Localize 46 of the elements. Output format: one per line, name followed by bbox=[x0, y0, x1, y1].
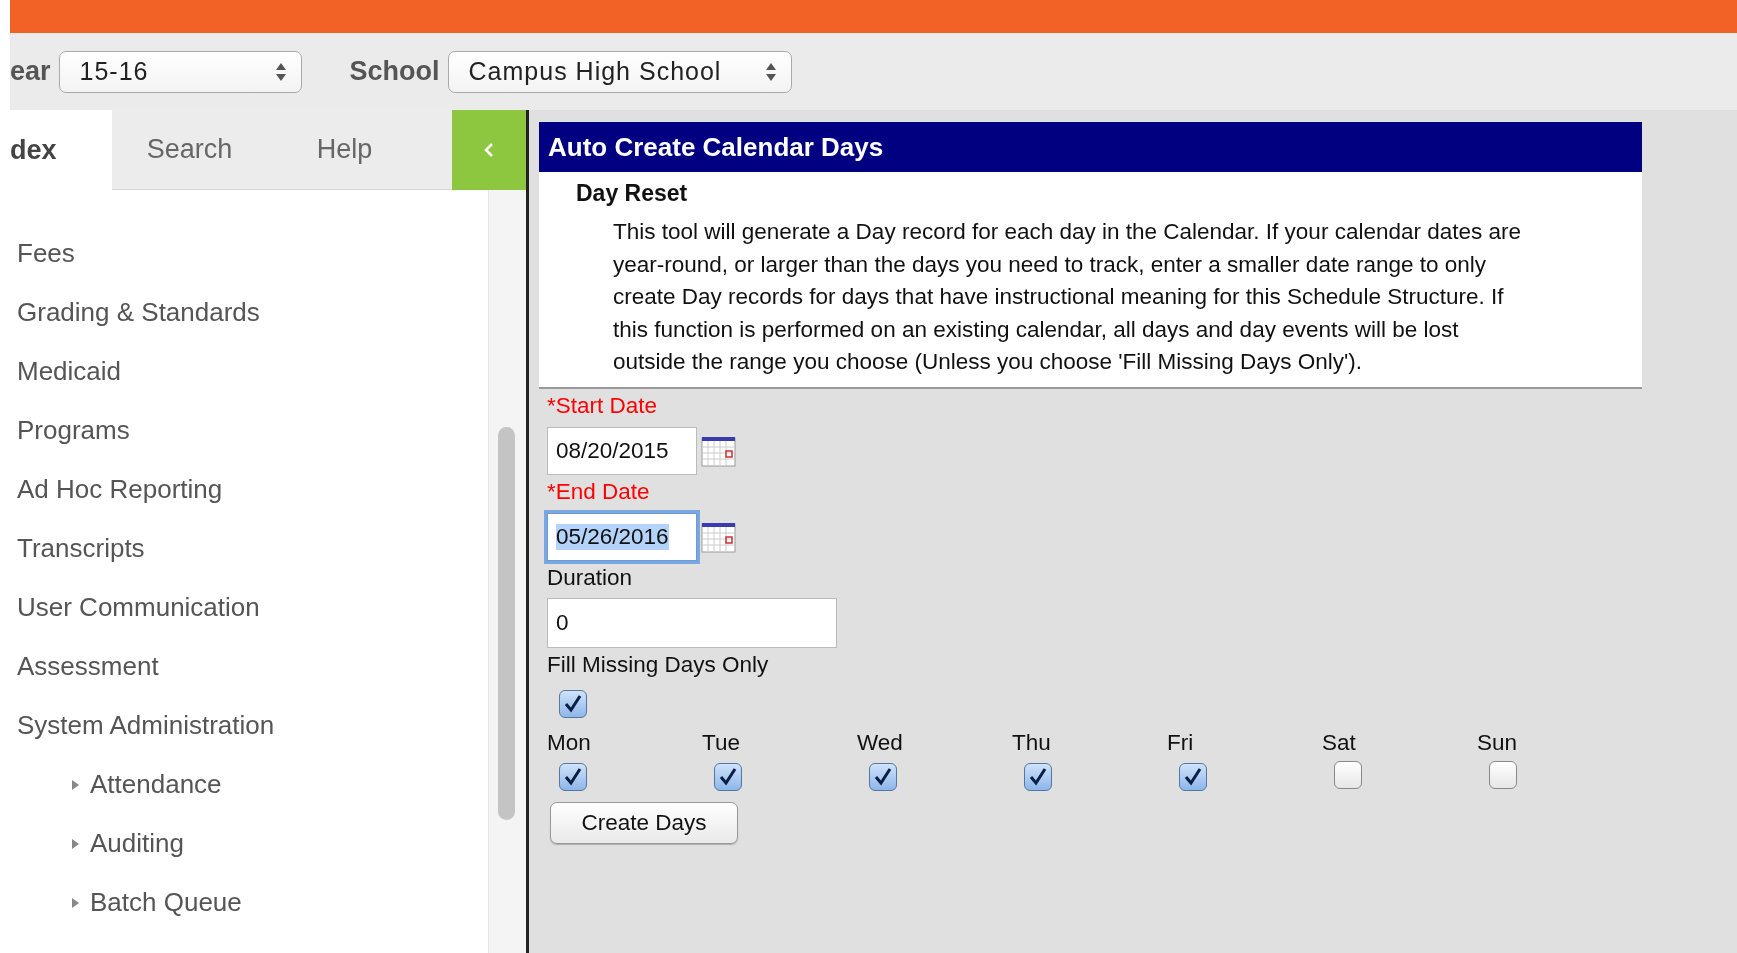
sidebar-item[interactable]: Ad Hoc Reporting bbox=[10, 460, 488, 519]
section-heading: Day Reset bbox=[576, 179, 689, 208]
sidebar-item[interactable]: Medicaid bbox=[10, 342, 488, 401]
school-select[interactable]: Campus High School bbox=[447, 50, 792, 93]
field-label: *Start Date bbox=[547, 391, 659, 420]
day-label: Mon bbox=[547, 728, 592, 757]
sidebar-item[interactable]: Assessment bbox=[10, 637, 488, 696]
sidebar-item[interactable]: Grading & Standards bbox=[10, 283, 488, 342]
checkbox[interactable] bbox=[1024, 762, 1052, 791]
field-label: Fill Missing Days Only bbox=[547, 650, 770, 679]
checkbox[interactable] bbox=[1489, 760, 1517, 789]
day-label: Sun bbox=[1477, 728, 1519, 757]
field-label: Duration bbox=[547, 563, 634, 592]
date-field[interactable]: 08/20/2015 bbox=[547, 426, 697, 475]
checkbox[interactable] bbox=[1179, 762, 1207, 791]
sidebar-tab[interactable]: Help bbox=[267, 110, 422, 190]
sidebar-item[interactable]: System Administration bbox=[10, 696, 488, 755]
year-select[interactable]: 15-16 bbox=[58, 50, 302, 93]
school-label: School bbox=[349, 55, 440, 89]
sidebar-item[interactable]: Transcripts bbox=[10, 519, 488, 578]
checkbox[interactable] bbox=[559, 762, 587, 791]
scrollbar-thumb[interactable] bbox=[498, 427, 515, 820]
checkbox[interactable] bbox=[1334, 760, 1362, 789]
year-label: ear bbox=[10, 55, 51, 89]
date-field[interactable]: 05/26/2016 bbox=[547, 512, 697, 561]
sidebar-item[interactable]: Auditing bbox=[10, 814, 488, 873]
day-label: Fri bbox=[1167, 728, 1195, 757]
sidebar-item[interactable]: Batch Queue bbox=[10, 873, 488, 932]
checkbox[interactable] bbox=[714, 762, 742, 791]
day-label: Tue bbox=[702, 728, 741, 757]
checkbox[interactable] bbox=[869, 762, 897, 791]
input-field[interactable]: 0 bbox=[547, 597, 837, 648]
panel-title: Auto Create Calendar Days bbox=[539, 122, 1642, 172]
sidebar-item[interactable]: Attendance bbox=[10, 755, 488, 814]
description-text: This tool will generate a Day record for each day in the Calendar. If your calendar dates are year-round, or larger than the days you need to track, enter a smaller date range to only create Day records for days that have instructional meaning for this Schedule Structure. If this function is performed on an existing calendar, all days and day events will be lost outside the range you choose (Unless you choose 'Fill Missing Days Only'). bbox=[613, 218, 1522, 376]
sidebar-item[interactable]: Fees bbox=[10, 224, 488, 283]
field-label: *End Date bbox=[547, 477, 651, 506]
day-label: Sat bbox=[1322, 728, 1357, 757]
sidebar-item[interactable]: User Communication bbox=[10, 578, 488, 637]
day-label: Wed bbox=[857, 728, 904, 757]
sidebar-tab[interactable]: Search bbox=[112, 110, 267, 190]
checkbox[interactable] bbox=[559, 689, 587, 718]
create-days-button[interactable]: Create Days bbox=[550, 801, 738, 844]
chevron-left-icon bbox=[483, 141, 495, 159]
sidebar-item[interactable]: Programs bbox=[10, 401, 488, 460]
day-label: Thu bbox=[1012, 728, 1052, 757]
